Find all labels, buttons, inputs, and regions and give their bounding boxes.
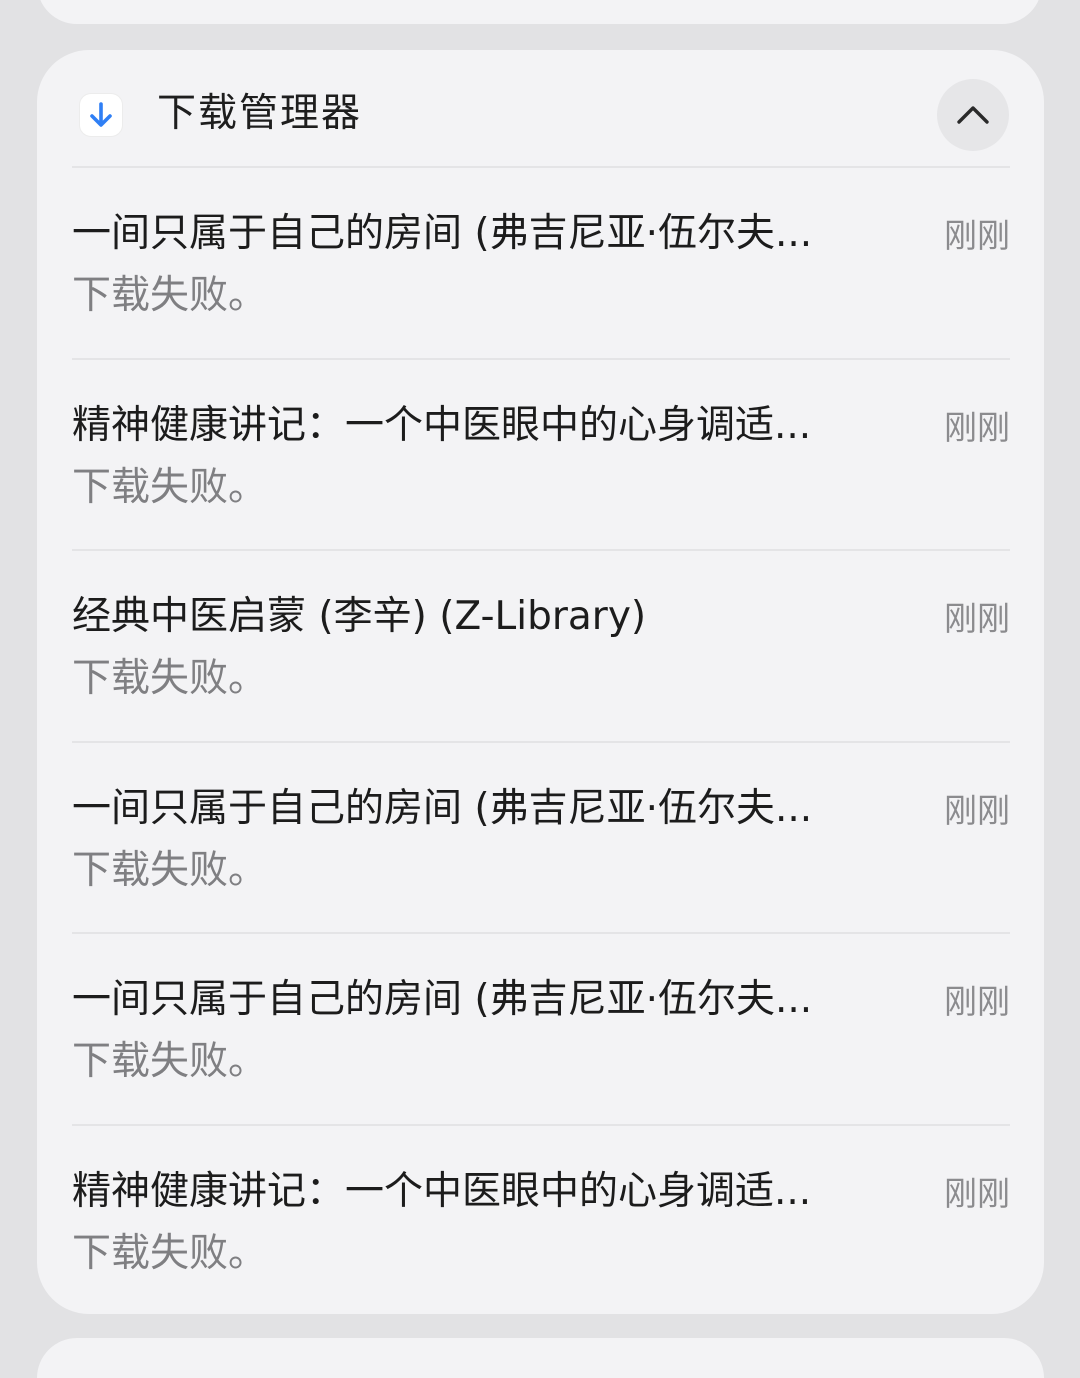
download-item-status: 下载失败。	[72, 656, 268, 701]
download-item-status: 下载失败。	[72, 848, 268, 893]
download-item-status: 下载失败。	[72, 465, 268, 510]
download-item-time: 刚刚	[944, 982, 1010, 1021]
download-item-time: 刚刚	[944, 216, 1010, 255]
download-item-time: 刚刚	[944, 791, 1010, 830]
app-title: 下载管理器	[157, 91, 363, 136]
download-arrow-icon	[80, 94, 122, 136]
download-item[interactable]: 经典中医启蒙 (李辛) (Z-Library) 下载失败。 刚刚	[72, 551, 1010, 741]
download-item[interactable]: 精神健康讲记：一个中医眼中的心身调适... 下载失败。 刚刚	[72, 1126, 1010, 1316]
chevron-up-icon	[957, 106, 989, 124]
download-item-status: 下载失败。	[72, 1231, 268, 1276]
download-item-status: 下载失败。	[72, 273, 268, 318]
download-item[interactable]: 一间只属于自己的房间 (弗吉尼亚·伍尔夫... 下载失败。 刚刚	[72, 743, 1010, 933]
download-item-title: 精神健康讲记：一个中医眼中的心身调适...	[72, 403, 812, 448]
download-item-title: 经典中医启蒙 (李辛) (Z-Library)	[72, 594, 647, 639]
download-item-time: 刚刚	[944, 1174, 1010, 1213]
download-manager-notification: 下载管理器 一间只属于自己的房间 (弗吉尼亚·伍尔夫... 下载失败。 刚刚 精…	[37, 50, 1044, 1314]
collapse-button[interactable]	[937, 79, 1009, 151]
next-notification-card	[37, 1338, 1044, 1378]
download-item-time: 刚刚	[944, 408, 1010, 447]
download-item-title: 精神健康讲记：一个中医眼中的心身调适...	[72, 1169, 812, 1214]
previous-notification-card	[37, 0, 1042, 24]
notification-header: 下载管理器	[37, 50, 1044, 168]
download-item-title: 一间只属于自己的房间 (弗吉尼亚·伍尔夫...	[72, 977, 813, 1022]
download-item-status: 下载失败。	[72, 1039, 268, 1084]
download-item-time: 刚刚	[944, 599, 1010, 638]
download-item-title: 一间只属于自己的房间 (弗吉尼亚·伍尔夫...	[72, 786, 813, 831]
download-item-title: 一间只属于自己的房间 (弗吉尼亚·伍尔夫...	[72, 211, 813, 256]
download-item[interactable]: 一间只属于自己的房间 (弗吉尼亚·伍尔夫... 下载失败。 刚刚	[72, 168, 1010, 358]
download-item[interactable]: 一间只属于自己的房间 (弗吉尼亚·伍尔夫... 下载失败。 刚刚	[72, 934, 1010, 1124]
download-item[interactable]: 精神健康讲记：一个中医眼中的心身调适... 下载失败。 刚刚	[72, 360, 1010, 550]
